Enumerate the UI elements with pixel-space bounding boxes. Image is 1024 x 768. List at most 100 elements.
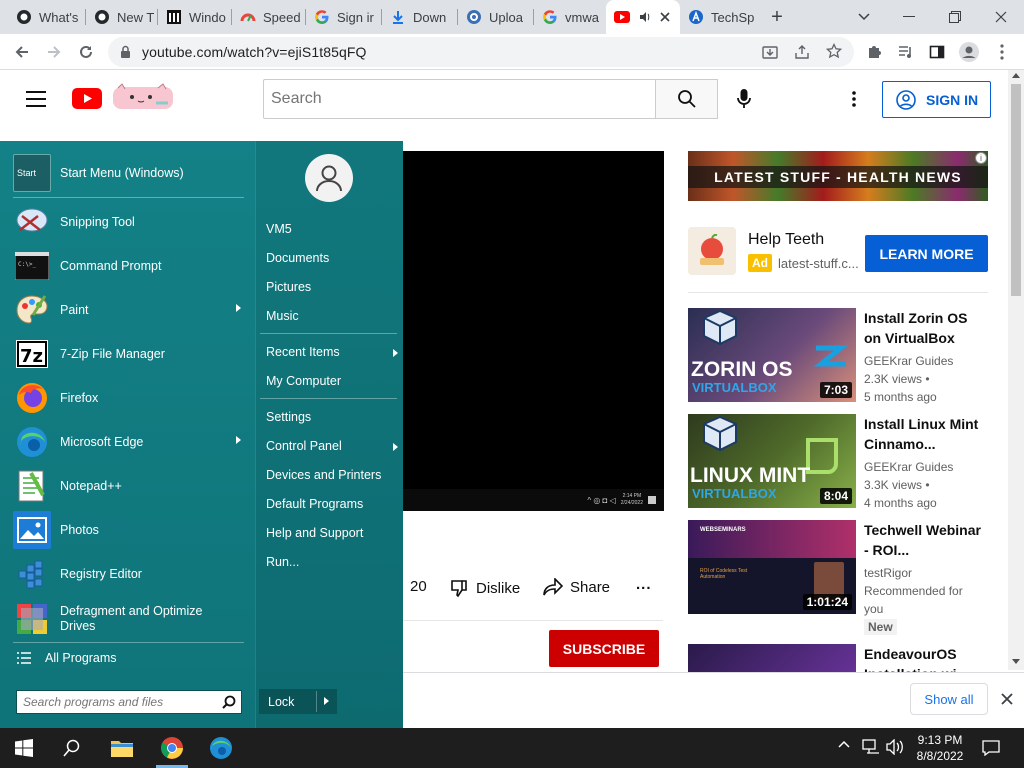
youtube-search-button[interactable] <box>655 79 718 119</box>
system-clock[interactable]: 9:13 PM 8/8/2022 <box>912 732 968 764</box>
youtube-search-input-box[interactable] <box>263 79 655 119</box>
tab-techsp[interactable]: TechSp <box>680 0 758 34</box>
close-window-button[interactable] <box>978 0 1024 34</box>
like-count[interactable]: 20 <box>410 578 427 595</box>
show-hidden-icons-chevron[interactable] <box>838 740 850 748</box>
restore-button[interactable] <box>932 0 978 34</box>
place-recent-items[interactable]: Recent Items <box>266 345 398 359</box>
tab-search-icon[interactable] <box>841 0 887 34</box>
tab-upload[interactable]: Uploa <box>458 0 534 34</box>
channel-name[interactable]: GEEKrar Guides <box>864 458 982 476</box>
scrollbar-thumb[interactable] <box>1011 84 1021 296</box>
video-thumbnail[interactable]: ZORIN OS VIRTUALBOX 7:03 <box>688 308 856 402</box>
install-app-icon[interactable] <box>762 44 778 60</box>
youtube-search-input[interactable] <box>264 80 655 118</box>
back-arrow-icon[interactable] <box>10 40 34 64</box>
start-search-box[interactable] <box>16 690 242 714</box>
sign-in-button[interactable]: SIGN IN <box>882 81 991 118</box>
tab-downloads[interactable]: Down <box>382 0 458 34</box>
speaker-icon[interactable] <box>637 9 653 25</box>
show-all-downloads-button[interactable]: Show all <box>910 683 988 715</box>
video-title[interactable]: Install Linux Mint Cinnamo... <box>864 414 982 454</box>
scroll-down-arrow[interactable] <box>1012 659 1020 664</box>
program-paint[interactable]: Paint <box>13 290 245 330</box>
windows-start-button[interactable] <box>0 728 48 768</box>
taskbar-search-button[interactable] <box>48 728 96 768</box>
share-button[interactable]: Share <box>543 578 610 596</box>
scroll-up-arrow[interactable] <box>1012 73 1020 78</box>
close-tab-icon[interactable] <box>657 9 673 25</box>
forward-arrow-icon[interactable] <box>42 40 66 64</box>
program-command-prompt[interactable]: C:\>_ Command Prompt <box>13 246 245 286</box>
video-title[interactable]: EndeavourOS Installation wi... <box>864 644 982 672</box>
address-bar[interactable]: youtube.com/watch?v=ejiS1t85qFQ <box>108 37 854 67</box>
recommendation-item[interactable]: EndeavourOS Installation wi... <box>688 644 988 672</box>
page-scrollbar[interactable] <box>1008 70 1024 670</box>
video-thumbnail[interactable]: LINUX MINT VIRTUALBOX 8:04 <box>688 414 856 508</box>
program-defragment[interactable]: Defragment and Optimize Drives <box>13 598 245 640</box>
place-settings[interactable]: Settings <box>266 410 398 424</box>
place-music[interactable]: Music <box>266 309 398 323</box>
place-help-support[interactable]: Help and Support <box>266 526 398 540</box>
place-my-computer[interactable]: My Computer <box>266 374 398 388</box>
program-snipping-tool[interactable]: Snipping Tool <box>13 202 245 242</box>
side-panel-icon[interactable] <box>925 40 949 64</box>
media-control-icon[interactable] <box>894 40 918 64</box>
taskbar-edge[interactable] <box>197 728 245 768</box>
close-icon[interactable] <box>997 689 1017 709</box>
place-vm5[interactable]: VM5 <box>266 222 398 236</box>
place-devices-printers[interactable]: Devices and Printers <box>266 468 398 482</box>
ad-title[interactable]: Help Teeth <box>748 231 824 249</box>
program-notepad-plus-plus[interactable]: Notepad++ <box>13 466 245 506</box>
place-control-panel[interactable]: Control Panel <box>266 439 398 453</box>
notification-center-icon[interactable] <box>982 740 1000 756</box>
tab-vmware[interactable]: vmwa <box>534 0 606 34</box>
place-default-programs[interactable]: Default Programs <box>266 497 398 511</box>
program-registry-editor[interactable]: Registry Editor <box>13 554 245 594</box>
recommendation-item[interactable]: ZORIN OS VIRTUALBOX 7:03 Install Zorin O… <box>688 308 988 404</box>
search-icon[interactable] <box>222 695 236 709</box>
youtube-logo-icon[interactable] <box>72 88 102 109</box>
taskbar-file-explorer[interactable] <box>98 728 146 768</box>
doodle-cat-logo[interactable] <box>112 83 174 111</box>
program-7zip[interactable]: 7z 7-Zip File Manager <box>13 334 245 374</box>
volume-icon[interactable] <box>886 739 904 755</box>
ad-banner[interactable]: LATEST STUFF - HEALTH NEWS <box>688 151 988 201</box>
minimize-button[interactable] <box>886 0 932 34</box>
more-actions-button[interactable]: ... <box>636 576 652 593</box>
place-documents[interactable]: Documents <box>266 251 398 265</box>
recommendation-item[interactable]: WEBSEMINARS ROI of Codeless Test Automat… <box>688 520 988 638</box>
all-programs-button[interactable]: All Programs <box>17 651 117 665</box>
chrome-menu-icon[interactable] <box>990 40 1014 64</box>
profile-avatar-icon[interactable] <box>957 40 981 64</box>
recommendation-item[interactable]: LINUX MINT VIRTUALBOX 8:04 Install Linux… <box>688 414 988 510</box>
tab-whatsapp[interactable]: What's <box>8 0 86 34</box>
program-photos[interactable]: Photos <box>13 510 245 550</box>
new-tab-button[interactable]: + <box>766 7 788 29</box>
start-search-input[interactable] <box>17 691 217 713</box>
learn-more-button[interactable]: LEARN MORE <box>865 235 988 272</box>
dislike-button[interactable]: Dislike <box>449 578 520 598</box>
video-title[interactable]: Install Zorin OS on VirtualBox <box>864 308 982 348</box>
tab-speed[interactable]: Speed <box>232 0 306 34</box>
more-options-icon[interactable] <box>852 91 856 107</box>
subscribe-button[interactable]: SUBSCRIBE <box>549 630 659 667</box>
video-title[interactable]: Techwell Webinar - ROI... <box>864 520 982 560</box>
network-icon[interactable] <box>862 739 880 755</box>
hamburger-menu-icon[interactable] <box>26 91 46 107</box>
lock-button[interactable]: Lock <box>259 689 337 714</box>
video-thumbnail[interactable]: WEBSEMINARS ROI of Codeless Test Automat… <box>688 520 856 614</box>
channel-name[interactable]: GEEKrar Guides <box>864 352 982 370</box>
program-start-menu[interactable]: Start Start Menu (Windows) <box>13 153 245 193</box>
taskbar-chrome[interactable] <box>148 728 196 768</box>
lock-icon[interactable] <box>120 45 131 59</box>
channel-name[interactable]: testRigor <box>864 564 982 582</box>
tab-signin[interactable]: Sign ir <box>306 0 382 34</box>
ad-thumbnail[interactable] <box>688 227 736 275</box>
microphone-icon[interactable] <box>737 89 751 109</box>
extensions-puzzle-icon[interactable] <box>862 40 886 64</box>
tab-new[interactable]: New T <box>86 0 158 34</box>
video-player[interactable] <box>403 151 664 511</box>
ad-info-icon[interactable]: i <box>975 152 987 164</box>
video-thumbnail[interactable] <box>688 644 856 672</box>
